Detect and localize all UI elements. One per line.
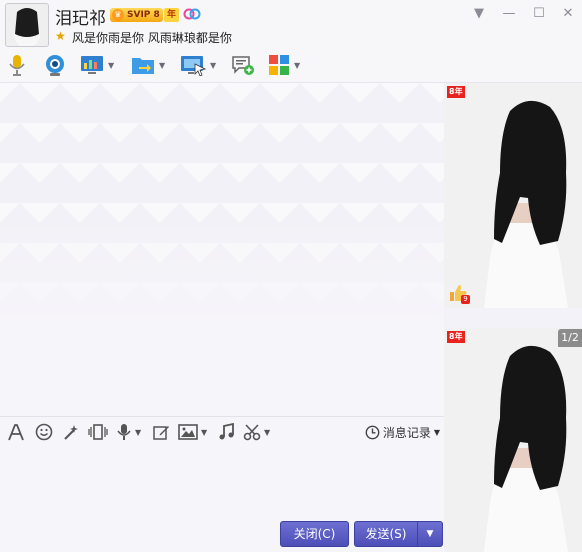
music-note-icon [219, 423, 234, 440]
clock-icon [365, 425, 380, 439]
edit-icon [153, 426, 169, 440]
crown-icon: ♛ [112, 9, 124, 21]
voice-message-button[interactable]: ▼ [116, 422, 141, 442]
photo-page-indicator: 1/2 [558, 329, 582, 347]
vip-year-tag: 8年 [447, 331, 465, 343]
contact-show-panel: 8年 9 8年 1/2 [444, 83, 582, 552]
message-history-area[interactable] [0, 83, 444, 416]
microphone-icon [117, 424, 131, 440]
send-image-button[interactable]: ▼ [178, 422, 207, 442]
star-icon: ★ [55, 29, 66, 43]
svip-badge[interactable]: ♛ SVIP 8 [110, 8, 163, 22]
window-shake-button[interactable] [88, 422, 108, 442]
year-badge[interactable]: 年 [164, 8, 180, 22]
emoji-button[interactable] [35, 422, 53, 442]
image-icon [178, 424, 198, 440]
chevron-down-icon[interactable]: ▼ [201, 428, 207, 437]
chevron-down-icon: ▼ [433, 427, 440, 437]
contact-signature: 风是你雨是你 风雨琳琅都是你 [72, 31, 232, 45]
contact-nickname[interactable]: 泪玘祁 [55, 4, 106, 29]
input-toolbar: ▼ ▼ ▼ 消息记录 ▼ [0, 416, 444, 447]
doodle-button[interactable] [152, 422, 170, 442]
maximize-icon[interactable]: ☐ [527, 4, 551, 24]
microphone-icon [9, 55, 25, 76]
folder-transfer-icon [132, 58, 154, 74]
chevron-down-icon[interactable]: ▼ [135, 428, 141, 437]
chevron-down-icon[interactable]: ▼ [210, 61, 216, 70]
remote-demo-button[interactable]: ▼ [80, 51, 114, 79]
minimize-icon[interactable]: — [497, 4, 521, 24]
like-count: 9 [461, 295, 470, 304]
font-icon [8, 424, 24, 441]
webcam-icon [46, 55, 64, 76]
add-message-button[interactable] [231, 51, 255, 79]
send-options-button[interactable]: ▼ [417, 521, 443, 547]
chevron-down-icon[interactable]: ▼ [264, 428, 270, 437]
photo-image [444, 328, 582, 552]
smiley-icon [35, 423, 53, 441]
font-button[interactable] [7, 422, 25, 442]
chevron-down-icon[interactable]: ▼ [294, 61, 300, 70]
contact-photo-2[interactable]: 8年 [444, 328, 582, 552]
svip-label: SVIP 8 [127, 10, 160, 20]
vip-year-tag: 8年 [447, 86, 465, 98]
shake-icon [88, 424, 108, 440]
message-input[interactable]: 关闭(C) 发送(S) ▼ [0, 446, 444, 552]
chat-header: 泪玘祁 ♛ SVIP 8 年 ★ 风是你雨是你 风雨琳琅都是你 ▼ — ☐ ✕ [0, 0, 582, 48]
chat-add-icon [232, 56, 254, 75]
history-label: 消息记录 [382, 425, 431, 440]
apps-button[interactable]: ▼ [268, 51, 300, 79]
dropdown-menu-icon[interactable]: ▼ [467, 4, 491, 24]
contact-photo[interactable]: 8年 9 [444, 83, 582, 308]
link-icon[interactable] [183, 7, 201, 21]
magic-effect-button[interactable] [62, 422, 80, 442]
chevron-down-icon[interactable]: ▼ [108, 61, 114, 70]
chevron-down-icon[interactable]: ▼ [159, 61, 165, 70]
contact-avatar[interactable] [5, 3, 49, 47]
music-button[interactable] [218, 422, 236, 442]
scissors-icon [243, 424, 261, 441]
apps-grid-icon [269, 55, 289, 75]
chat-toolbar: ▼ ▼ ▼ ▼ [0, 48, 582, 83]
screen-capture-icon [181, 56, 206, 76]
send-button[interactable]: 发送(S) [354, 521, 418, 547]
video-call-button[interactable] [43, 51, 67, 79]
voice-call-button[interactable] [6, 51, 28, 79]
magic-wand-icon [64, 425, 78, 440]
screen-share-icon [81, 56, 103, 74]
chevron-down-icon: ▼ [426, 529, 434, 539]
send-file-button[interactable]: ▼ [131, 51, 165, 79]
message-history-button[interactable]: 消息记录 ▼ [365, 423, 440, 441]
screenshot-button[interactable]: ▼ [180, 51, 216, 79]
screenshot-input-button[interactable]: ▼ [243, 422, 270, 442]
photo-image [444, 83, 582, 308]
close-window-icon[interactable]: ✕ [556, 4, 580, 24]
close-button[interactable]: 关闭(C) [280, 521, 349, 547]
